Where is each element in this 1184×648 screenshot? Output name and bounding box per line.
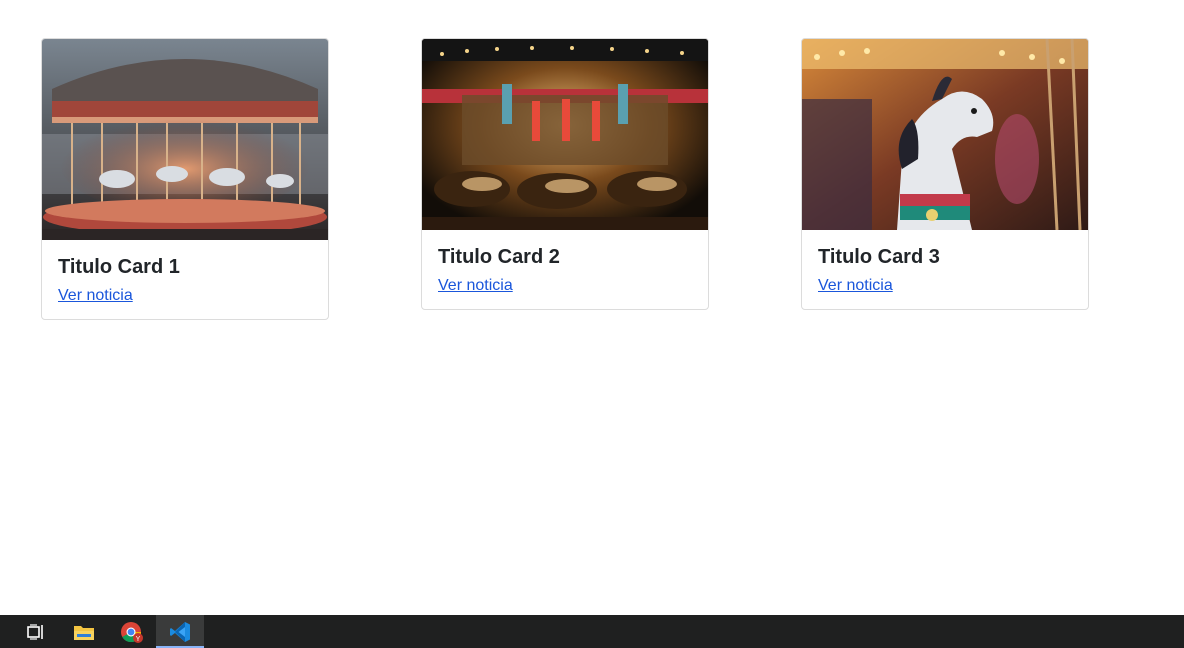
card-1-title: Titulo Card 1 [58, 256, 180, 278]
taskbar: Y [0, 615, 1184, 648]
card-2: Titulo Card 2 Ver noticia [421, 38, 709, 310]
card-3: Titulo Card 3 Ver noticia [801, 38, 1089, 310]
card-2-body: Titulo Card 2 Ver noticia [422, 230, 708, 309]
page: Titulo Card 1 Ver noticia Titulo Card 2 … [0, 0, 1184, 615]
card-1-link[interactable]: Ver noticia [58, 287, 133, 304]
card-1-body: Titulo Card 1 Ver noticia [42, 240, 328, 319]
card-3-image [802, 39, 1088, 230]
vscode-icon[interactable] [156, 615, 204, 648]
task-view-icon[interactable] [12, 615, 60, 648]
card-3-link[interactable]: Ver noticia [818, 277, 893, 294]
card-1: Titulo Card 1 Ver noticia [41, 38, 329, 320]
card-1-image [42, 39, 328, 240]
svg-text:Y: Y [136, 636, 141, 643]
card-2-link[interactable]: Ver noticia [438, 277, 513, 294]
card-3-body: Titulo Card 3 Ver noticia [802, 230, 1088, 309]
card-2-image [422, 39, 708, 230]
card-2-title: Titulo Card 2 [438, 246, 560, 268]
card-3-title: Titulo Card 3 [818, 246, 940, 268]
file-explorer-icon[interactable] [60, 615, 108, 648]
chrome-icon[interactable]: Y [108, 615, 156, 648]
